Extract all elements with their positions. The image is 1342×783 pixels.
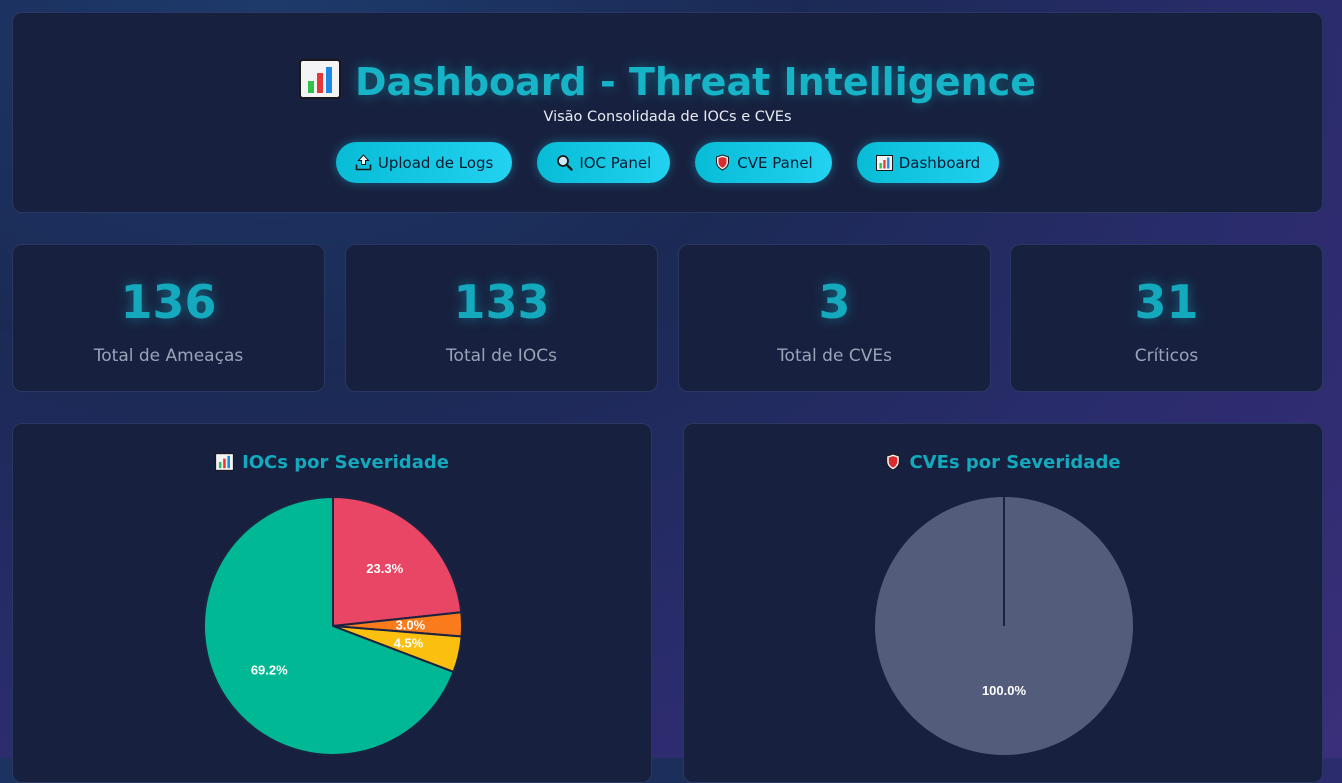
bar-chart-icon <box>875 154 893 171</box>
stat-label: Total de IOCs <box>446 346 557 366</box>
cve-severity-pie: 100.0% <box>875 497 1133 755</box>
pie-slice-label: 23.3% <box>366 561 403 576</box>
chart-title: IOCs por Severidade <box>13 452 651 476</box>
shield-icon <box>714 154 731 171</box>
pie-slice-label: 69.2% <box>251 662 288 677</box>
stat-value: 136 <box>120 275 217 329</box>
page-title: Dashboard - Threat Intelligence <box>13 59 1322 108</box>
upload-logs-button[interactable]: Upload de Logs <box>335 142 513 183</box>
stat-card-total-cves: 3 Total de CVEs <box>678 244 991 392</box>
stat-value: 31 <box>1134 275 1199 329</box>
cve-panel-label: CVE Panel <box>737 153 813 172</box>
pie-slice-label: 4.5% <box>394 636 424 651</box>
page-subtitle: Visão Consolidada de IOCs e CVEs <box>543 109 792 125</box>
ioc-severity-chart-card: IOCs por Severidade 23.3% 3.0% 4.5% 69.2% <box>12 423 652 783</box>
dashboard-label: Dashboard <box>898 153 981 172</box>
bar-chart-icon <box>298 59 341 108</box>
dashboard-button[interactable]: Dashboard <box>856 142 1000 183</box>
page-title-text: Dashboard - Threat Intelligence <box>354 60 1037 104</box>
ioc-panel-label: IOC Panel <box>579 153 652 172</box>
stat-value: 133 <box>453 275 550 329</box>
cve-panel-button[interactable]: CVE Panel <box>695 142 832 183</box>
stat-card-total-iocs: 133 Total de IOCs <box>345 244 658 392</box>
chart-title: CVEs por Severidade <box>684 452 1322 476</box>
stat-card-total-threats: 136 Total de Ameaças <box>12 244 325 392</box>
pie-slice-label: 3.0% <box>396 618 426 633</box>
header-card: Dashboard - Threat Intelligence Visão Co… <box>12 12 1323 213</box>
stat-label: Total de CVEs <box>777 346 892 366</box>
stat-label: Críticos <box>1134 346 1199 366</box>
chart-title-text: IOCs por Severidade <box>242 452 449 473</box>
chart-title-text: CVEs por Severidade <box>909 452 1121 473</box>
pie-slice-label: 100.0% <box>982 683 1027 698</box>
stat-card-critical: 31 Críticos <box>1010 244 1323 392</box>
ioc-panel-button[interactable]: IOC Panel <box>537 142 671 183</box>
nav-bar: Upload de Logs IOC Panel CVE Panel Dashb… <box>13 142 1322 183</box>
upload-icon <box>355 154 372 171</box>
stat-value: 3 <box>818 275 851 329</box>
bar-chart-icon <box>215 453 235 476</box>
stat-label: Total de Ameaças <box>93 346 244 366</box>
shield-icon <box>885 453 901 476</box>
cve-severity-chart-card: CVEs por Severidade 100.0% <box>683 423 1323 783</box>
magnifier-icon <box>556 154 574 171</box>
upload-logs-label: Upload de Logs <box>377 153 494 172</box>
ioc-severity-pie: 23.3% 3.0% 4.5% 69.2% <box>203 496 463 756</box>
